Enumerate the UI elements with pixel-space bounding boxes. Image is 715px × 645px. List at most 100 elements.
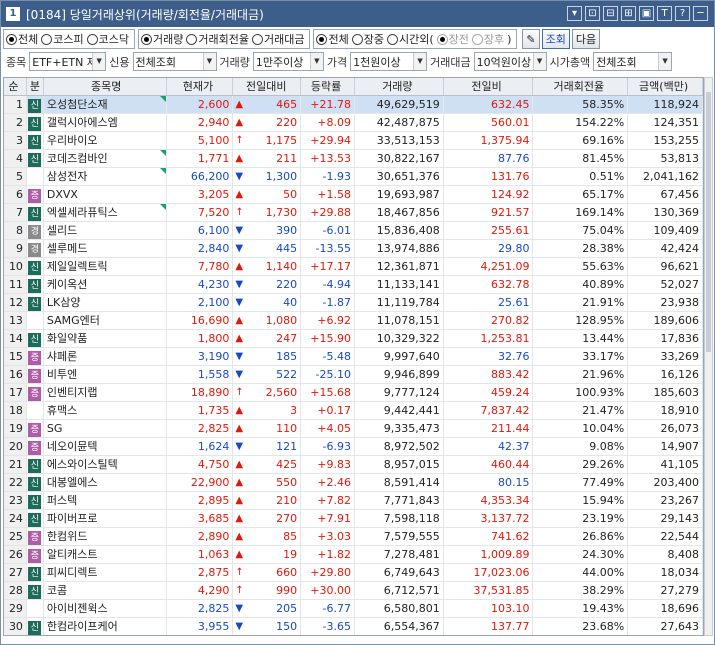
screen-link-icon[interactable]: ⊡ xyxy=(585,6,600,21)
radio-volume[interactable]: 거래량 xyxy=(141,31,183,47)
table-row[interactable]: 15 증 샤페론 3,190 ▼ 185 -5.48 9,997,640 32.76 33.17%… xyxy=(4,348,703,366)
radio-dot[interactable] xyxy=(436,33,448,45)
table-row[interactable]: 16 증 비투엔 1,558 ▼ 522 -25.10 9,946,899 883.42 21.9… xyxy=(4,366,703,384)
radio-dot[interactable] xyxy=(316,33,328,45)
stock-name-cell[interactable]: 오성첨단소재 xyxy=(44,96,167,113)
stock-name-cell[interactable]: SG xyxy=(44,420,167,437)
radio-all-market[interactable]: 전체 xyxy=(6,31,38,47)
stock-name-cell[interactable]: 아이비젠윅스 xyxy=(44,600,167,617)
table-row[interactable]: 23 신 퍼스텍 2,895 ▲ 210 +7.82 7,771,843 4,353.34 15.… xyxy=(4,492,703,510)
table-row[interactable]: 28 신 코콤 4,290 ↑ 990 +30.00 6,712,571 37,531.85 38… xyxy=(4,582,703,600)
scroll-thumb[interactable] xyxy=(706,92,711,352)
table-row[interactable]: 14 신 화일약품 1,800 ▲ 247 +15.90 10,329,322 1,253.81… xyxy=(4,330,703,348)
vertical-scrollbar[interactable] xyxy=(704,77,713,636)
table-row[interactable]: 26 증 알티캐스트 1,063 ▲ 19 +1.82 7,278,481 1,009.89 24… xyxy=(4,546,703,564)
table-row[interactable]: 6 증 DXVX 3,205 ▲ 50 +1.58 19,693,987 124.92 65.17… xyxy=(4,186,703,204)
header-change[interactable]: 전일대비 xyxy=(233,78,302,95)
stock-name-cell[interactable]: 우리바이오 xyxy=(44,132,167,149)
table-row[interactable]: 13 SAMG엔터 16,690 ▲ 1,080 +6.92 11,078,151 270.8… xyxy=(4,312,703,330)
radio-dot[interactable] xyxy=(6,33,17,45)
stock-name-cell[interactable]: 휴맥스 xyxy=(44,402,167,419)
header-volume[interactable]: 거래량 xyxy=(355,78,444,95)
stock-name-cell[interactable]: 퍼스텍 xyxy=(44,492,167,509)
table-row[interactable]: 19 증 SG 2,825 ▲ 110 +4.05 9,335,473 211.44 10.04%… xyxy=(4,420,703,438)
stock-name-cell[interactable]: 셀루메드 xyxy=(44,240,167,257)
stock-name-cell[interactable]: DXVX xyxy=(44,186,167,203)
credit-select[interactable]: 전체조회 ▼ xyxy=(132,52,217,71)
table-row[interactable]: 9 경 셀루메드 2,840 ▼ 445 -13.55 13,974,886 29.80 28.3… xyxy=(4,240,703,258)
stock-name-cell[interactable]: 셀리드 xyxy=(44,222,167,239)
header-name[interactable]: 종목명 xyxy=(44,78,167,95)
chevron-down-icon[interactable]: ▼ xyxy=(309,53,323,70)
mcap-select[interactable]: 전체조회 ▼ xyxy=(593,52,673,71)
stock-name-cell[interactable]: 인벤티지랩 xyxy=(44,384,167,401)
stock-name-cell[interactable]: 한컴위드 xyxy=(44,528,167,545)
chevron-down-icon[interactable]: ▼ xyxy=(532,53,546,70)
stock-name-cell[interactable]: 한컴라이프케어 xyxy=(44,618,167,635)
chevron-down-icon[interactable]: ▼ xyxy=(92,53,106,70)
table-row[interactable]: 22 신 대봉엘에스 22,900 ▲ 550 +2.46 8,591,414 80.15 77.… xyxy=(4,474,703,492)
radio-post-market[interactable]: 장후 xyxy=(471,31,504,47)
stock-name-cell[interactable]: 비투엔 xyxy=(44,366,167,383)
chevron-down-icon[interactable]: ▼ xyxy=(658,53,672,70)
radio-dot[interactable] xyxy=(471,33,483,45)
header-type[interactable]: 분 xyxy=(27,78,44,95)
table-row[interactable]: 29 아이비젠윅스 2,825 ▼ 205 -6.77 6,580,801 103.10 19.… xyxy=(4,600,703,618)
font-icon[interactable]: T xyxy=(657,6,672,21)
radio-pre-market[interactable]: 장전 xyxy=(436,31,469,47)
radio-turnover[interactable]: 거래회전율 xyxy=(186,31,249,47)
stock-name-cell[interactable]: 파이버프로 xyxy=(44,510,167,527)
item-select[interactable]: ETF+ETN 제 ▼ xyxy=(29,52,107,71)
split-icon[interactable]: ⊞ xyxy=(621,6,636,21)
price-select[interactable]: 1천원이상 ▼ xyxy=(350,52,428,71)
stock-name-cell[interactable]: 엑셀세라퓨틱스 xyxy=(44,204,167,221)
table-row[interactable]: 2 신 갤럭시아에스엠 2,940 ▲ 220 +8.09 42,487,875 560.01 1… xyxy=(4,114,703,132)
table-row[interactable]: 7 신 엑셀세라퓨틱스 7,520 ↑ 1,730 +29.88 18,467,856 921.… xyxy=(4,204,703,222)
table-row[interactable]: 25 증 한컴위드 2,890 ▲ 85 +3.03 7,579,555 741.62 26.86… xyxy=(4,528,703,546)
dropdown-icon[interactable]: ▾ xyxy=(567,6,582,21)
stock-name-cell[interactable]: 알티캐스트 xyxy=(44,546,167,563)
table-row[interactable]: 3 신 우리바이오 5,100 ↑ 1,175 +29.94 33,513,153 1,375.… xyxy=(4,132,703,150)
table-row[interactable]: 12 신 LK삼양 2,100 ▼ 40 -1.87 11,119,784 25.61 21.91… xyxy=(4,294,703,312)
stock-name-cell[interactable]: 에스와이스틸텍 xyxy=(44,456,167,473)
radio-dot[interactable] xyxy=(141,33,152,45)
header-amount[interactable]: 금액(백만) xyxy=(628,78,703,95)
table-row[interactable]: 8 경 셀리드 6,100 ▼ 390 -6.01 15,836,408 255.61 75.04… xyxy=(4,222,703,240)
radio-dot[interactable] xyxy=(186,33,198,45)
header-price[interactable]: 현재가 xyxy=(167,78,234,95)
table-row[interactable]: 20 증 네오이뮨텍 1,624 ▼ 121 -6.93 8,972,502 42.37 9.08… xyxy=(4,438,703,456)
stock-name-cell[interactable]: 코데즈컴바인 xyxy=(44,150,167,167)
minimize-icon[interactable]: ─ xyxy=(693,6,708,21)
radio-regular[interactable]: 장중 xyxy=(351,31,384,47)
radio-dot[interactable] xyxy=(251,33,263,45)
stock-name-cell[interactable]: 코콤 xyxy=(44,582,167,599)
amount-select[interactable]: 10억원이상 ▼ xyxy=(473,52,547,71)
help-icon[interactable]: ? xyxy=(675,6,690,21)
radio-kospi[interactable]: 코스피 xyxy=(41,31,84,47)
radio-kosdaq[interactable]: 코스닥 xyxy=(86,31,129,47)
stock-name-cell[interactable]: 대봉엘에스 xyxy=(44,474,167,491)
table-row[interactable]: 24 신 파이버프로 3,685 ▲ 270 +7.91 7,598,118 3,137.72 2… xyxy=(4,510,703,528)
header-turnover[interactable]: 거래회전율 xyxy=(533,78,629,95)
radio-all-time[interactable]: 전체 xyxy=(316,31,349,47)
radio-dot[interactable] xyxy=(86,33,98,45)
stock-name-cell[interactable]: 삼성전자 xyxy=(44,168,167,185)
stock-name-cell[interactable]: 제일일렉트릭 xyxy=(44,258,167,275)
radio-dot[interactable] xyxy=(41,33,53,45)
radio-dot[interactable] xyxy=(386,33,398,45)
table-row[interactable]: 17 증 인벤티지랩 18,890 ↑ 2,560 +15.68 9,777,124 459.2… xyxy=(4,384,703,402)
layout-icon[interactable]: ⊟ xyxy=(603,6,618,21)
stock-name-cell[interactable]: 샤페론 xyxy=(44,348,167,365)
radio-after-hours[interactable]: 시간외( xyxy=(386,31,434,47)
stock-name-cell[interactable]: 피씨디렉트 xyxy=(44,564,167,581)
stock-name-cell[interactable]: 네오이뮨텍 xyxy=(44,438,167,455)
print-icon[interactable]: ▣ xyxy=(639,6,654,21)
chevron-down-icon[interactable]: ▼ xyxy=(202,53,216,70)
stock-name-cell[interactable]: SAMG엔터 xyxy=(44,312,167,329)
stock-name-cell[interactable]: 화일약품 xyxy=(44,330,167,347)
table-row[interactable]: 30 신 한컴라이프케어 3,955 ▼ 150 -3.65 6,554,367 137.77 2… xyxy=(4,618,703,635)
table-row[interactable]: 11 신 케이옥션 4,230 ▼ 220 -4.94 11,133,141 632.78 40.… xyxy=(4,276,703,294)
header-rate[interactable]: 등락률 xyxy=(301,78,355,95)
radio-amount[interactable]: 거래대금 xyxy=(251,31,304,47)
header-rank[interactable]: 순위 xyxy=(4,78,27,110)
